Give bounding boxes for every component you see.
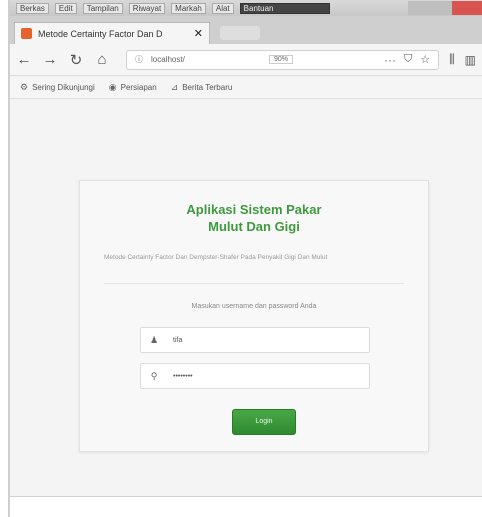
app-title: Aplikasi Sistem Pakar Mulut Dan Gigi [80,201,428,235]
password-value[interactable]: •••••••• [167,373,193,380]
menu-file[interactable]: Berkas [16,2,49,14]
menu-bookmarks[interactable]: Markah [171,2,206,14]
zoom-level[interactable]: 90% [269,55,294,64]
divider [104,283,404,284]
url-text[interactable]: localhost/ [151,55,261,64]
login-card: Aplikasi Sistem Pakar Mulut Dan Gigi Met… [79,180,429,452]
app-description: Metode Certainty Factor Dan Dempster-Sha… [104,254,328,261]
tab-close-icon[interactable]: ✕ [194,27,203,40]
rss-icon: ⊿ [170,82,179,92]
info-icon[interactable]: ⓘ [135,54,143,65]
app-title-line2: Mulut Dan Gigi [208,219,300,234]
window-controls [408,1,482,15]
sidebar-icon[interactable]: ▥ [465,53,476,67]
login-prompt: Masukan username dan password Anda [191,303,317,310]
home-icon[interactable]: ⌂ [94,51,110,68]
new-tab-button[interactable] [220,26,260,40]
tab-strip: Metode Certainty Factor Dan D ✕ [10,16,482,44]
favicon-icon [21,28,32,39]
status-area [10,496,482,517]
bookmark-item[interactable]: ⊿ Berita Terbaru [171,82,233,93]
menu-view[interactable]: Tampilan [82,2,123,14]
maximize-button[interactable] [430,1,452,15]
password-field[interactable]: ⚲ •••••••• [140,363,370,389]
globe-icon: ◉ [108,82,117,92]
login-button[interactable]: Login [232,409,296,435]
forward-icon[interactable]: → [42,51,58,68]
bookmarks-bar: ⚙ Sering Dikunjungi ◉ Persiapan ⊿ Berita… [10,77,482,99]
window-close-button[interactable] [452,1,482,15]
username-field[interactable]: ♟ tifa [140,327,370,353]
bookmark-item[interactable]: ◉ Persiapan [109,82,157,93]
page-actions-icon[interactable]: ··· [384,53,396,67]
back-icon[interactable]: ← [16,51,32,68]
tab-title: Metode Certainty Factor Dan D [38,28,163,39]
minimize-button[interactable] [408,1,430,15]
bookmark-label: Berita Terbaru [182,83,233,92]
menu-tools[interactable]: Alat [211,2,234,14]
menu-help[interactable]: Bantuan [239,2,330,14]
menu-bar: Berkas Edit Tampilan Riwayat Markah Alat… [10,0,482,16]
menu-history[interactable]: Riwayat [128,2,166,14]
bookmark-label: Sering Dikunjungi [32,83,95,92]
menu-edit[interactable]: Edit [54,2,77,14]
bookmark-item[interactable]: ⚙ Sering Dikunjungi [20,82,95,93]
library-icon[interactable]: ⫼ [449,52,455,67]
key-icon: ⚲ [150,370,158,381]
browser-window: Berkas Edit Tampilan Riwayat Markah Alat… [8,0,482,517]
username-value[interactable]: tifa [167,337,182,344]
user-icon: ♟ [149,334,159,345]
reload-icon[interactable]: ↻ [68,51,84,69]
page-content: Aplikasi Sistem Pakar Mulut Dan Gigi Met… [10,100,482,496]
bookmark-star-icon[interactable]: ☆ [420,53,430,66]
gear-icon: ⚙ [20,82,29,92]
navigation-bar: ← → ↻ ⌂ ⓘ localhost/ 90% ··· ⛉ ☆ ⫼ ▥ [10,44,482,76]
url-bar[interactable]: ⓘ localhost/ 90% ··· ⛉ ☆ [126,49,440,70]
app-title-line1: Aplikasi Sistem Pakar [186,202,322,217]
bookmark-label: Persiapan [120,83,157,92]
pocket-icon[interactable]: ⛉ [404,53,412,66]
browser-tab[interactable]: Metode Certainty Factor Dan D ✕ [14,22,210,44]
